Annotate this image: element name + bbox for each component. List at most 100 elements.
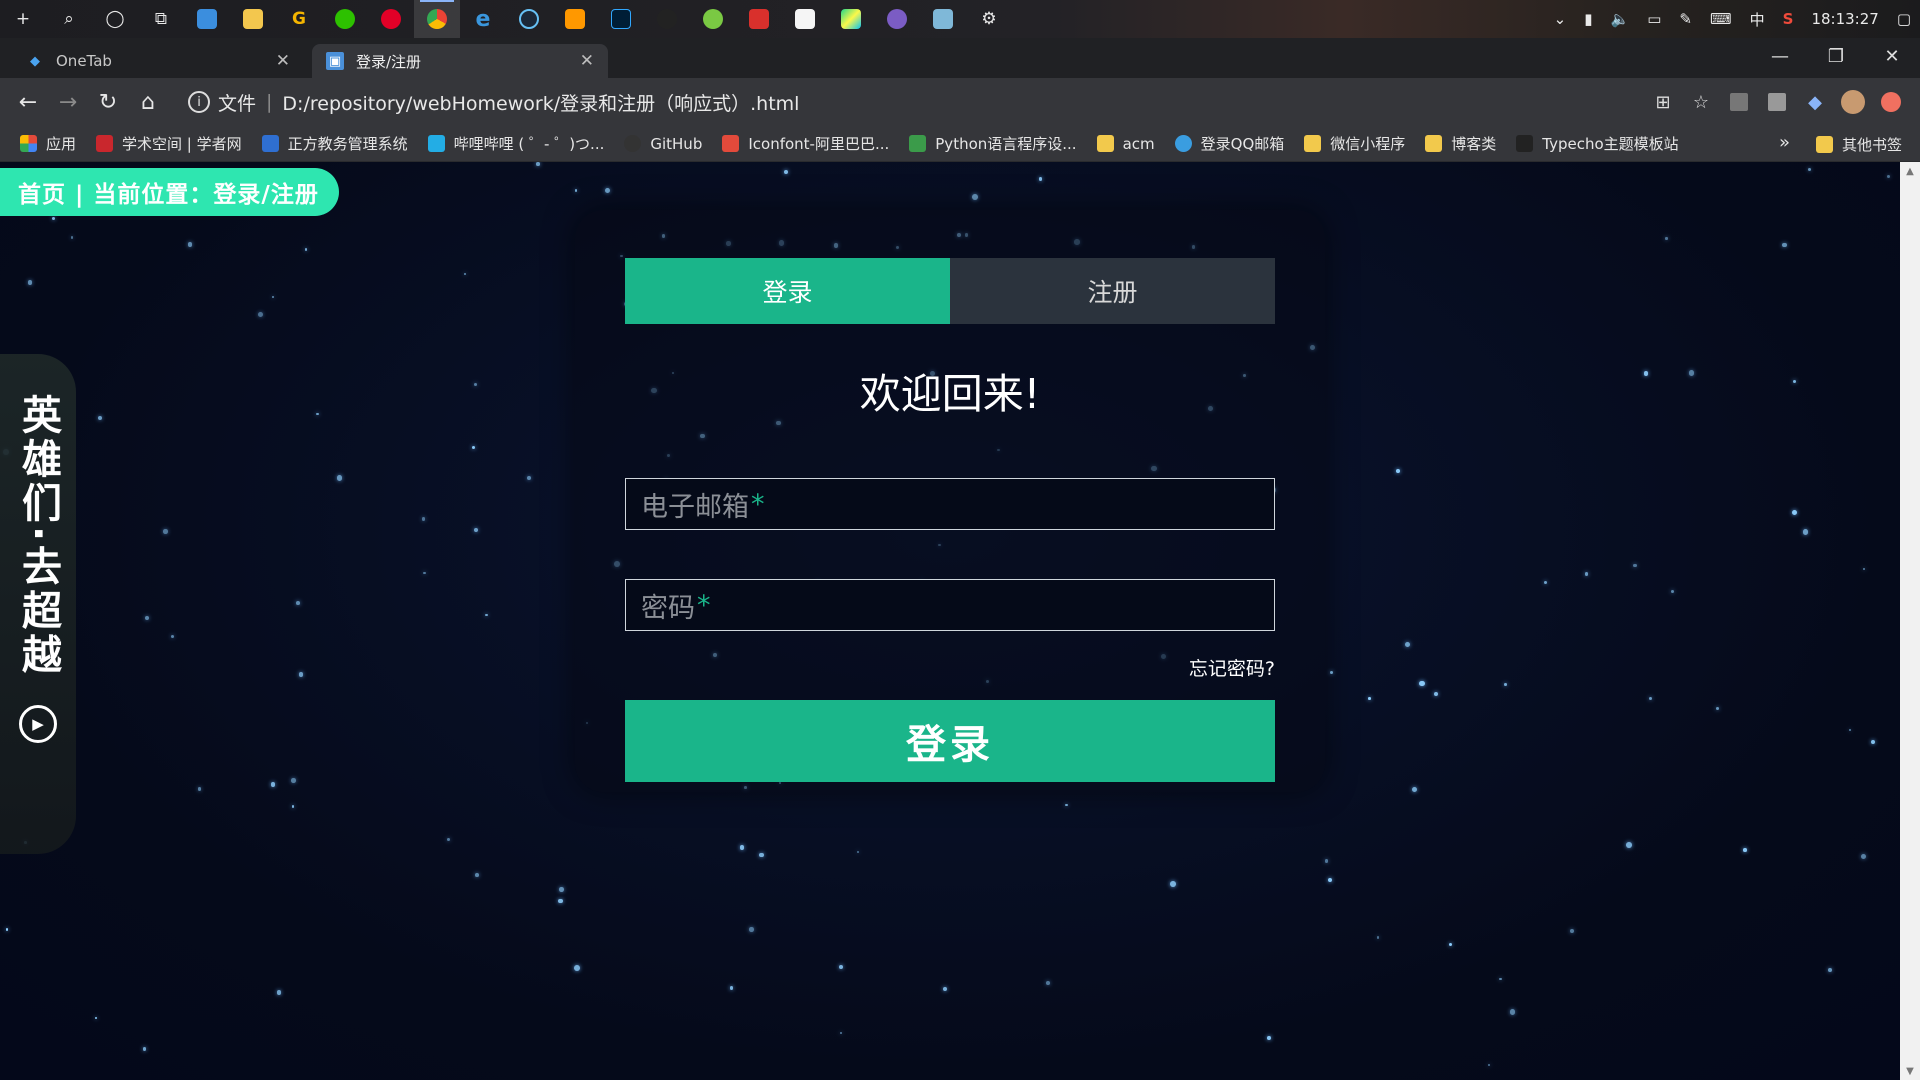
network-icon[interactable]: ▮ [1584, 10, 1592, 28]
back-icon[interactable]: ← [8, 82, 48, 122]
star-dot [857, 850, 860, 854]
other-bookmarks[interactable]: 其他书签 [1815, 126, 1902, 162]
hero-sidebar[interactable]: 英雄们·去超越 ▶ [0, 354, 76, 854]
tortoise-icon[interactable] [690, 0, 736, 38]
pycharm-icon[interactable] [828, 0, 874, 38]
steam-icon[interactable] [506, 0, 552, 38]
forward-icon[interactable]: → [48, 82, 88, 122]
star-dot [463, 273, 466, 276]
bookmark-folder[interactable]: 微信小程序 [1304, 133, 1405, 154]
tab-register[interactable]: 注册 [950, 258, 1275, 324]
page-scrollbar[interactable]: ▲ ▼ [1900, 162, 1920, 1080]
star-dot [298, 671, 304, 677]
star-dot [1860, 853, 1866, 860]
tab-onetab[interactable]: ◆ OneTab ✕ [12, 44, 304, 78]
app-red-icon[interactable] [736, 0, 782, 38]
star-dot [574, 188, 578, 192]
star-dot [730, 986, 734, 990]
forgot-password-link[interactable]: 忘记密码? [625, 654, 1275, 681]
email-field[interactable]: 电子邮箱 * [625, 478, 1275, 530]
welcome-heading: 欢迎回来! [859, 370, 1041, 418]
bookmark-item[interactable]: 哔哩哔哩 ( ゜- ゜)つ... [427, 133, 604, 154]
star-dot [839, 1031, 843, 1035]
close-icon[interactable]: ✕ [276, 51, 290, 71]
bookmark-item[interactable]: 登录QQ邮箱 [1174, 133, 1284, 154]
notification-icon[interactable]: ▢ [1897, 10, 1911, 28]
add-icon[interactable]: + [0, 0, 46, 38]
bookmark-label: 其他书签 [1841, 135, 1902, 154]
photoshop-icon[interactable] [598, 0, 644, 38]
extension-diamond-icon[interactable]: ◆ [1796, 83, 1834, 121]
play-icon[interactable]: ▶ [19, 705, 57, 744]
keyboard-icon[interactable]: ⌨ [1710, 10, 1732, 28]
bookmark-label: 应用 [46, 135, 77, 153]
bookmark-item[interactable]: GitHub [624, 135, 702, 153]
bookmark-item[interactable]: Python语言程序设... [909, 133, 1077, 154]
bookmark-apps[interactable]: 应用 [20, 133, 76, 154]
star-dot [1404, 641, 1410, 648]
search-icon[interactable]: ⌕ [46, 0, 92, 38]
bookmark-item[interactable]: 学术空间 | 学者网 [96, 133, 242, 154]
browser-toolbar: ← → ↻ ⌂ i 文件 | D:/repository/webHomework… [0, 78, 1920, 126]
wechat-icon[interactable] [322, 0, 368, 38]
clock[interactable]: 18:13:27 [1811, 10, 1878, 28]
tab-login-register[interactable]: ▣ 登录/注册 ✕ [312, 44, 608, 78]
bookmark-star-icon[interactable]: ☆ [1682, 83, 1720, 121]
pc-icon[interactable] [184, 0, 230, 38]
folder-icon[interactable] [230, 0, 276, 38]
breadcrumb[interactable]: 首页 | 当前位置：登录/注册 [0, 168, 339, 216]
cortana-icon[interactable]: ◯ [92, 0, 138, 38]
browser-tab-strip: ◆ OneTab ✕ ▣ 登录/注册 ✕ + — ❐ ✕ [0, 38, 1920, 110]
star-dot [573, 965, 580, 972]
reload-icon[interactable]: ↻ [88, 82, 128, 122]
address-bar[interactable]: i 文件 | D:/repository/webHomework/登录和注册（响… [178, 84, 1628, 120]
sublime-icon[interactable] [552, 0, 598, 38]
info-icon[interactable]: i [188, 91, 210, 113]
app-purple-icon[interactable] [874, 0, 920, 38]
close-window-icon[interactable]: ✕ [1864, 38, 1920, 74]
folder-icon [1425, 135, 1443, 152]
bookmark-folder[interactable]: 博客类 [1425, 133, 1496, 154]
app-blue-icon[interactable] [920, 0, 966, 38]
bookmark-item[interactable]: 正方教务管理系统 [261, 133, 408, 154]
battery-icon[interactable]: ▭ [1647, 10, 1661, 28]
minimize-icon[interactable]: — [1752, 38, 1808, 74]
star-dot [337, 475, 343, 481]
star-dot [1782, 243, 1787, 248]
github-icon [624, 135, 642, 152]
edge-icon[interactable]: e [460, 0, 506, 38]
qq-icon[interactable] [644, 0, 690, 38]
task-view-icon[interactable]: ⧉ [138, 0, 184, 38]
url-text[interactable]: D:/repository/webHomework/登录和注册（响应式）.htm… [282, 89, 799, 116]
bookmark-item[interactable]: Iconfont-阿里巴巴... [722, 133, 889, 154]
password-field[interactable]: 密码 * [625, 579, 1275, 631]
scroll-down-icon[interactable]: ▼ [1900, 1062, 1920, 1080]
bookmarks-overflow-button[interactable]: » [1779, 132, 1790, 153]
chrome-icon[interactable] [414, 0, 460, 38]
app-white-icon[interactable] [782, 0, 828, 38]
star-dot [270, 782, 276, 787]
update-icon[interactable] [1872, 83, 1910, 121]
bookmark-folder[interactable]: acm [1096, 135, 1155, 153]
star-dot [198, 787, 202, 791]
bookmarks-bar: 应用 学术空间 | 学者网 正方教务管理系统 哔哩哔哩 ( ゜- ゜)つ... … [0, 126, 1920, 162]
scroll-up-icon[interactable]: ▲ [1900, 162, 1920, 180]
settings-icon[interactable]: ⚙ [966, 0, 1012, 38]
extension-mail-icon[interactable] [1758, 83, 1796, 121]
restore-icon[interactable]: ❐ [1808, 38, 1864, 74]
pen-icon[interactable]: ✎ [1679, 10, 1692, 28]
home-icon[interactable]: ⌂ [128, 82, 168, 122]
translate-icon[interactable]: ⊞ [1644, 83, 1682, 121]
bookmark-item[interactable]: Typecho主题模板站 [1516, 133, 1679, 154]
login-button[interactable]: 登录 [625, 700, 1275, 782]
sogou-icon[interactable]: S [1783, 10, 1794, 28]
volume-icon[interactable]: 🔈 [1611, 10, 1630, 28]
tab-login[interactable]: 登录 [625, 258, 950, 324]
input-method[interactable]: 中 [1750, 9, 1765, 30]
extension-grey-icon[interactable] [1720, 83, 1758, 121]
netease-music-icon[interactable] [368, 0, 414, 38]
chevron-up-icon[interactable]: ⌄ [1554, 10, 1567, 28]
avatar[interactable] [1834, 83, 1872, 121]
close-icon[interactable]: ✕ [580, 51, 594, 71]
g-app-icon[interactable]: G [276, 0, 322, 38]
